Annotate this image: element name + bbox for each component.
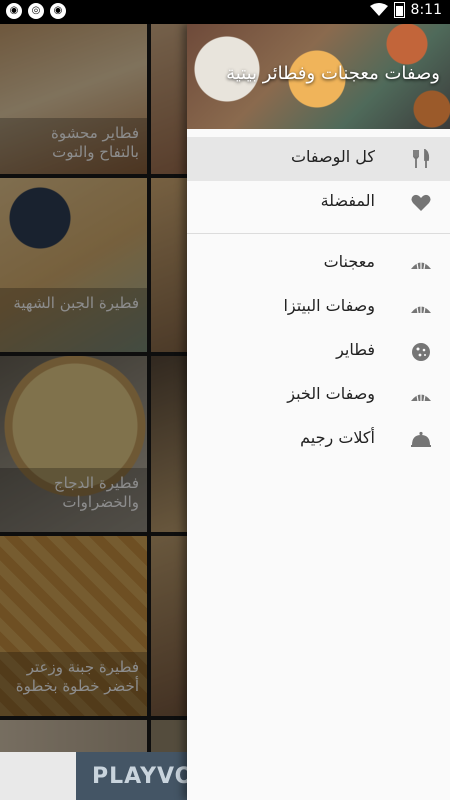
croissant-icon	[411, 261, 431, 270]
heart-icon	[411, 194, 431, 211]
menu-item-diet[interactable]: أكلات رجيم	[187, 418, 450, 462]
menu-item-label: فطاير	[336, 340, 375, 359]
cloche-icon	[411, 431, 431, 447]
status-bar: ◉ ◎ ◉ 8:11	[0, 0, 450, 24]
menu-item-bread[interactable]: وصفات الخبز	[187, 374, 450, 418]
status-time: 8:11	[410, 2, 442, 18]
menu-item-pies[interactable]: فطاير	[187, 330, 450, 374]
menu-item-label: كل الوصفات	[290, 147, 375, 166]
wifi-icon	[369, 3, 388, 16]
menu-item-label: وصفات الخبز	[287, 384, 375, 403]
menu-item-pizza[interactable]: وصفات البيتزا	[187, 286, 450, 330]
menu-item-label: معجنات	[323, 252, 375, 271]
ad-banner[interactable]: PLAYVO	[0, 752, 187, 800]
menu-item-label: وصفات البيتزا	[283, 296, 375, 315]
croissant-icon	[411, 305, 431, 314]
notification-icon: ◉	[50, 3, 66, 19]
notification-icon: ◎	[28, 3, 44, 19]
ad-image	[0, 752, 76, 800]
menu-item-label: المفضلة	[320, 191, 375, 210]
menu-item-pastries[interactable]: معجنات	[187, 242, 450, 286]
menu-item-all-recipes[interactable]: كل الوصفات	[187, 137, 450, 181]
ad-text: PLAYVO	[92, 764, 187, 789]
notification-icon: ◉	[6, 3, 22, 19]
drawer-title: وصفات معجنات وفطائر بيتية	[226, 63, 440, 84]
menu-item-label: أكلات رجيم	[300, 428, 375, 447]
menu-divider	[187, 233, 450, 234]
croissant-icon	[411, 393, 431, 402]
drawer-menu: كل الوصفات المفضلة معجنات وصفات البيتزا	[187, 137, 450, 462]
fork-knife-icon	[413, 149, 430, 168]
cookie-icon	[412, 343, 430, 361]
battery-icon	[393, 2, 405, 18]
menu-item-favorites[interactable]: المفضلة	[187, 181, 450, 225]
navigation-drawer: وصفات معجنات وفطائر بيتية كل الوصفات الم…	[187, 24, 450, 800]
drawer-header: وصفات معجنات وفطائر بيتية	[187, 24, 450, 129]
